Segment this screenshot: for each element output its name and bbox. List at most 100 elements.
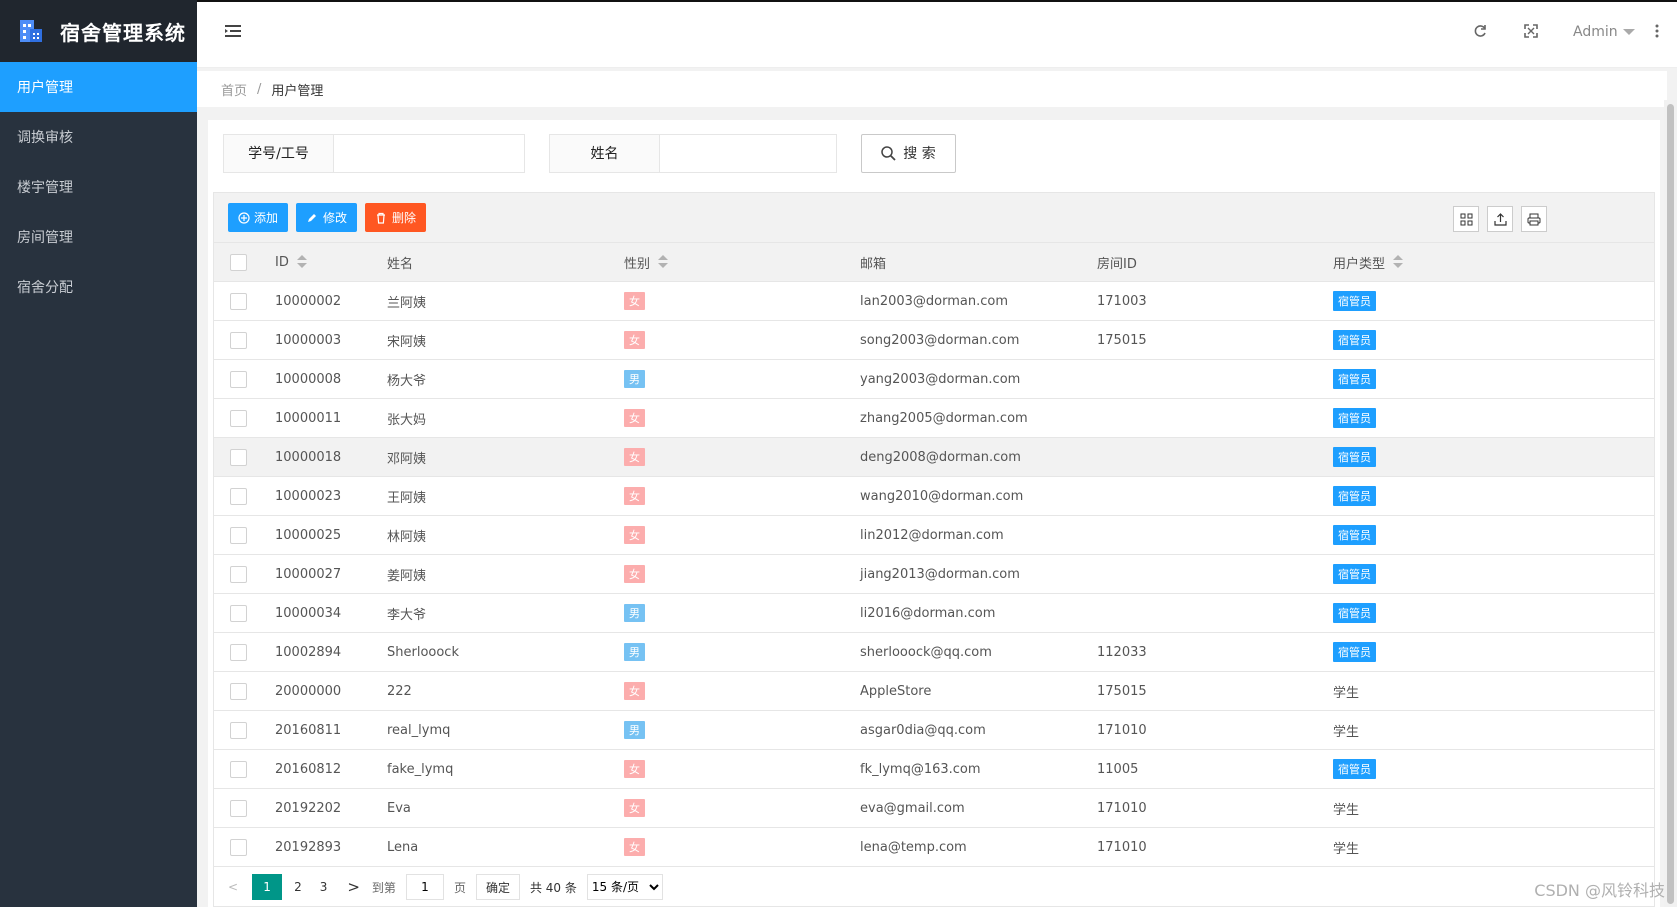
table-row[interactable]: 10000008 杨大爷 男 yang2003@dorman.com 宿管员 bbox=[214, 360, 1654, 399]
gender-badge: 男 bbox=[624, 604, 645, 622]
cell-type: 宿管员 bbox=[1333, 594, 1376, 632]
next-page-button[interactable]: > bbox=[347, 878, 360, 896]
refresh-icon[interactable] bbox=[1473, 24, 1487, 42]
sort-icon[interactable] bbox=[1393, 255, 1404, 269]
scrollbar-thumb[interactable] bbox=[1667, 104, 1674, 904]
prev-page-button[interactable]: < bbox=[228, 880, 238, 894]
cell-room: 112033 bbox=[1097, 644, 1147, 660]
column-header-label: 邮箱 bbox=[860, 256, 887, 272]
pagination: < 1 2 3 > 到第 页 确定 共 40 条 15 条/页 bbox=[214, 868, 1654, 906]
add-button[interactable]: 添加 bbox=[228, 203, 289, 232]
name-field: 姓名 bbox=[549, 133, 837, 173]
menu-toggle-icon[interactable] bbox=[225, 24, 241, 42]
column-header-gender[interactable]: 性别 bbox=[624, 243, 669, 281]
table-row[interactable]: 20192893 Lena 女 lena@temp.com 171010 学生 bbox=[214, 828, 1654, 867]
cell-gender: 女 bbox=[624, 750, 645, 788]
page-scrollbar[interactable] bbox=[1664, 100, 1677, 907]
id-input[interactable] bbox=[334, 134, 524, 172]
breadcrumb: 首页 / 用户管理 bbox=[197, 71, 1667, 107]
sidebar-item-users[interactable]: 用户管理 bbox=[0, 62, 197, 112]
search-button[interactable]: 搜 索 bbox=[861, 133, 956, 173]
gender-badge: 男 bbox=[624, 370, 645, 388]
cell-id: 10000027 bbox=[275, 566, 342, 582]
table-row[interactable]: 20160812 fake_lymq 女 fk_lymq@163.com 110… bbox=[214, 750, 1654, 789]
select-all-checkbox[interactable] bbox=[230, 254, 247, 271]
cell-gender: 女 bbox=[624, 555, 645, 593]
row-checkbox[interactable] bbox=[230, 410, 247, 427]
sidebar-item-swap-review[interactable]: 调换审核 bbox=[0, 112, 197, 162]
cell-gender: 男 bbox=[624, 711, 645, 749]
column-header-type[interactable]: 用户类型 bbox=[1333, 243, 1404, 281]
cell-room: 171010 bbox=[1097, 800, 1147, 816]
row-checkbox[interactable] bbox=[230, 488, 247, 505]
table-row[interactable]: 10000011 张大妈 女 zhang2005@dorman.com 宿管员 bbox=[214, 399, 1654, 438]
table-row[interactable]: 10000025 林阿姨 女 lin2012@dorman.com 宿管员 bbox=[214, 516, 1654, 555]
row-checkbox[interactable] bbox=[230, 722, 247, 739]
table-row[interactable]: 10002894 Sherlooock 男 sherlooock@qq.com … bbox=[214, 633, 1654, 672]
cell-email: sherlooock@qq.com bbox=[860, 644, 992, 660]
row-checkbox[interactable] bbox=[230, 566, 247, 583]
cell-type: 宿管员 bbox=[1333, 555, 1376, 593]
cell-type: 学生 bbox=[1333, 672, 1359, 710]
cell-gender: 女 bbox=[624, 399, 645, 437]
gender-badge: 女 bbox=[624, 760, 645, 778]
delete-button-label: 删除 bbox=[392, 211, 417, 225]
table-row[interactable]: 10000027 姜阿姨 女 jiang2013@dorman.com 宿管员 bbox=[214, 555, 1654, 594]
page-3-button[interactable]: 3 bbox=[320, 880, 328, 894]
name-input[interactable] bbox=[660, 134, 836, 172]
row-checkbox[interactable] bbox=[230, 683, 247, 700]
row-checkbox[interactable] bbox=[230, 332, 247, 349]
breadcrumb-home[interactable]: 首页 bbox=[221, 80, 247, 99]
export-icon[interactable] bbox=[1487, 206, 1513, 232]
row-checkbox[interactable] bbox=[230, 644, 247, 661]
sidebar-item-allocation[interactable]: 宿舍分配 bbox=[0, 262, 197, 312]
table-row[interactable]: 10000002 兰阿姨 女 lan2003@dorman.com 171003… bbox=[214, 282, 1654, 321]
page-size-select[interactable]: 15 条/页 bbox=[586, 874, 663, 900]
cell-room: 175015 bbox=[1097, 683, 1147, 699]
more-vertical-icon[interactable] bbox=[1655, 24, 1659, 42]
delete-button[interactable]: 删除 bbox=[365, 203, 427, 232]
goto-confirm-button[interactable]: 确定 bbox=[475, 874, 520, 900]
cell-id: 10000002 bbox=[275, 293, 342, 309]
table-row[interactable]: 10000023 王阿姨 女 wang2010@dorman.com 宿管员 bbox=[214, 477, 1654, 516]
row-checkbox[interactable] bbox=[230, 839, 247, 856]
row-checkbox[interactable] bbox=[230, 527, 247, 544]
page-2-button[interactable]: 2 bbox=[294, 880, 302, 894]
edit-button[interactable]: 修改 bbox=[296, 203, 358, 232]
row-checkbox[interactable] bbox=[230, 293, 247, 310]
print-icon[interactable] bbox=[1521, 206, 1547, 232]
cell-type: 宿管员 bbox=[1333, 750, 1376, 788]
page-1-button[interactable]: 1 bbox=[252, 874, 283, 900]
table-row[interactable]: 10000034 李大爷 男 li2016@dorman.com 宿管员 bbox=[214, 594, 1654, 633]
row-checkbox[interactable] bbox=[230, 371, 247, 388]
row-checkbox[interactable] bbox=[230, 449, 247, 466]
sidebar-item-label: 楼宇管理 bbox=[17, 180, 73, 196]
sidebar-item-buildings[interactable]: 楼宇管理 bbox=[0, 162, 197, 212]
gender-badge: 女 bbox=[624, 331, 645, 349]
table-body: 10000002 兰阿姨 女 lan2003@dorman.com 171003… bbox=[214, 282, 1654, 867]
search-button-label: 搜 索 bbox=[903, 146, 936, 162]
sort-icon[interactable] bbox=[296, 255, 307, 269]
user-type-badge: 宿管员 bbox=[1333, 369, 1376, 389]
row-checkbox[interactable] bbox=[230, 761, 247, 778]
fullscreen-icon[interactable] bbox=[1524, 24, 1538, 42]
table-row[interactable]: 20160811 real_lymq 男 asgar0dia@qq.com 17… bbox=[214, 711, 1654, 750]
cell-id: 10000018 bbox=[275, 449, 342, 465]
cell-email: zhang2005@dorman.com bbox=[860, 410, 1028, 426]
column-header-id[interactable]: ID bbox=[275, 243, 307, 281]
table-row[interactable]: 20000000 222 女 AppleStore 175015 学生 bbox=[214, 672, 1654, 711]
cell-email: lin2012@dorman.com bbox=[860, 527, 1004, 543]
table-row[interactable]: 10000003 宋阿姨 女 song2003@dorman.com 17501… bbox=[214, 321, 1654, 360]
goto-page-input[interactable] bbox=[405, 874, 444, 900]
table-row[interactable]: 10000018 邓阿姨 女 deng2008@dorman.com 宿管员 bbox=[214, 438, 1654, 477]
row-checkbox[interactable] bbox=[230, 800, 247, 817]
table-row[interactable]: 20192202 Eva 女 eva@gmail.com 171010 学生 bbox=[214, 789, 1654, 828]
sort-icon[interactable] bbox=[658, 255, 669, 269]
user-type-badge: 宿管员 bbox=[1333, 564, 1376, 584]
gender-badge: 女 bbox=[624, 526, 645, 544]
columns-filter-icon[interactable] bbox=[1453, 206, 1479, 232]
sidebar-item-rooms[interactable]: 房间管理 bbox=[0, 212, 197, 262]
user-menu[interactable]: Admin bbox=[1573, 24, 1635, 40]
cell-name: 兰阿姨 bbox=[387, 295, 427, 311]
row-checkbox[interactable] bbox=[230, 605, 247, 622]
